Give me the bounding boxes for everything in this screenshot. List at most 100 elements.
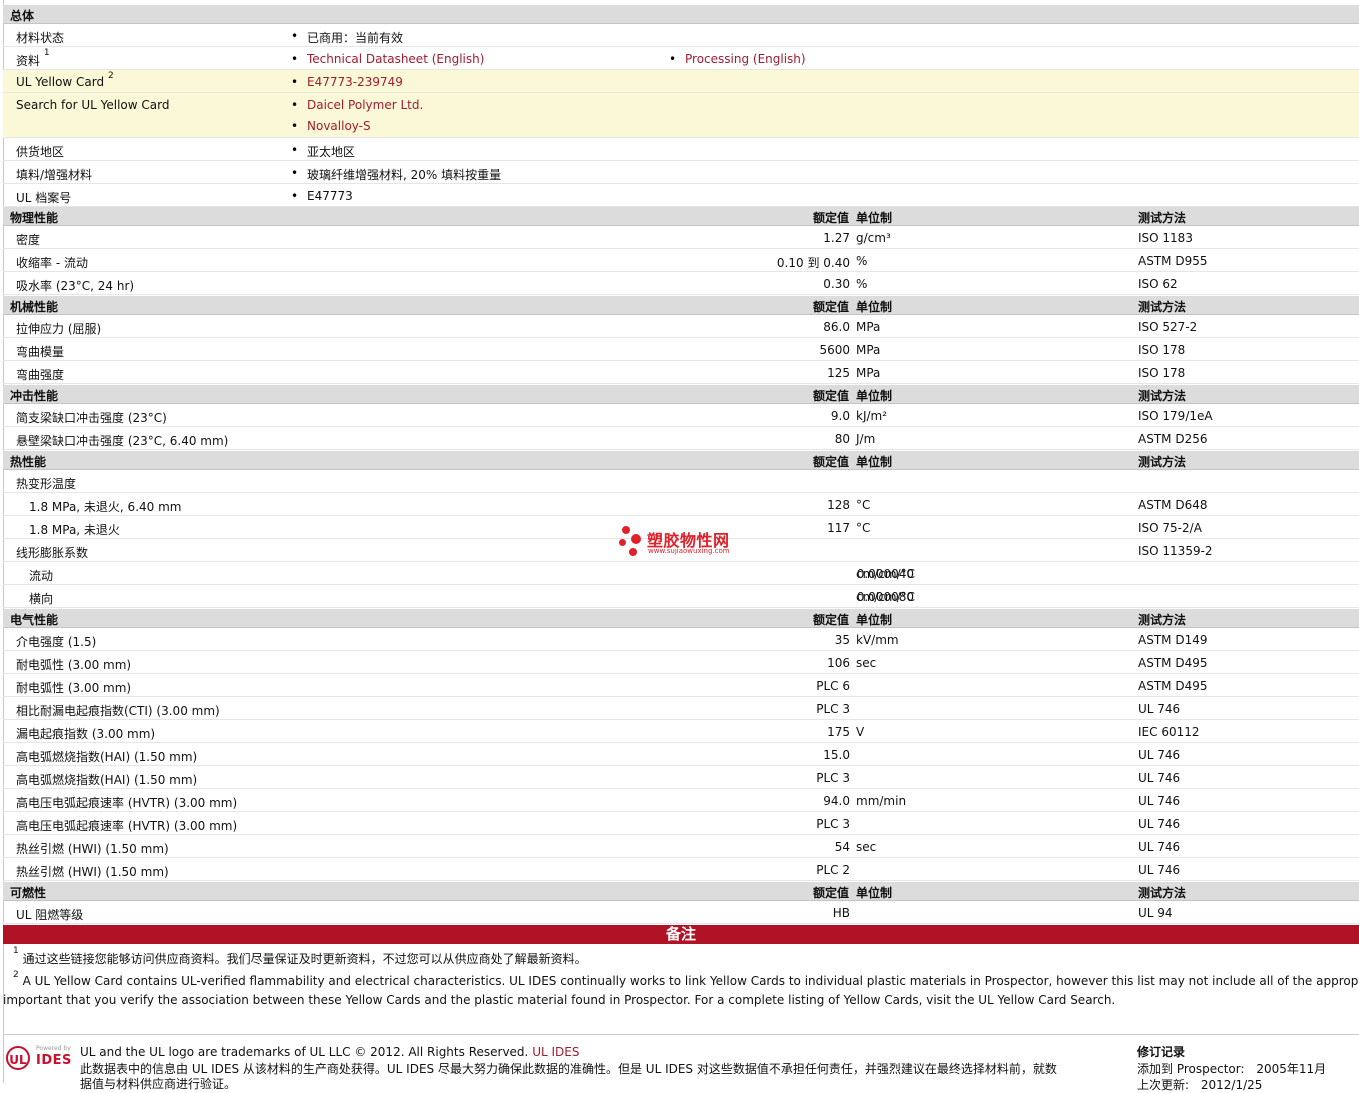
table-row: 耐电弧性 (3.00 mm) PLC 6 ASTM D495 — [3, 674, 1359, 697]
section-title: 电气性能 — [10, 613, 59, 627]
property-value: 117 — [827, 521, 850, 535]
property-unit: °C — [856, 521, 871, 535]
section-header-electrical: 电气性能 额定值 单位制 测试方法 — [3, 609, 1359, 628]
table-row: 1.8 MPa, 未退火, 6.40 mm 128 °C ASTM D648 — [3, 493, 1359, 516]
col-method: 测试方法 — [1138, 613, 1187, 627]
section-title: 热性能 — [10, 455, 47, 469]
row-ul-yellow-card: UL Yellow Card 2 E47773-239749 — [3, 70, 1359, 93]
row-status: 材料状态 已商用：当前有效 — [3, 24, 1359, 47]
table-row: 高电压电弧起痕速率 (HVTR) (3.00 mm) 94.0 mm/min U… — [3, 789, 1359, 812]
table-row: 弯曲强度 125 MPa ISO 178 — [3, 361, 1359, 384]
section-title: 物理性能 — [10, 211, 59, 225]
property-value: PLC 3 — [816, 702, 850, 716]
property-method: ISO 1183 — [1138, 231, 1193, 245]
property-label: 热丝引燃 (HWI) (1.50 mm) — [16, 842, 169, 856]
property-label: 密度 — [16, 233, 41, 247]
property-label: Search for UL Yellow Card — [16, 98, 170, 112]
row-docs: 资料 1 Technical Datasheet (English) Proce… — [3, 47, 1359, 70]
table-row: 密度 1.27 g/cm³ ISO 1183 — [3, 226, 1359, 249]
property-label: 热变形温度 — [16, 477, 77, 491]
table-row: 悬壁梁缺口冲击强度 (23°C, 6.40 mm) 80 J/m ASTM D2… — [3, 427, 1359, 450]
property-label: 相比耐漏电起痕指数(CTI) (3.00 mm) — [16, 704, 220, 718]
property-label: UL 档案号 — [16, 191, 72, 205]
property-label: 介电强度 (1.5) — [16, 635, 97, 649]
property-value: 80 — [834, 432, 850, 446]
revision-title: 修订记录 — [1137, 1045, 1186, 1059]
property-value: 106 — [827, 656, 850, 670]
table-row: 吸水率 (23°C, 24 hr) 0.30 % ISO 62 — [3, 272, 1359, 295]
property-unit: % — [856, 254, 868, 268]
row-ul-file: UL 档案号 E47773 — [3, 184, 1359, 207]
col-unit: 单位制 — [856, 455, 893, 469]
footer-divider — [3, 1034, 1359, 1035]
col-rated: 额定值 — [812, 613, 849, 627]
property-method: UL 746 — [1138, 863, 1181, 877]
property-label: UL 阻燃等级 — [16, 908, 84, 922]
col-method: 测试方法 — [1138, 300, 1187, 314]
table-row: 漏电起痕指数 (3.00 mm) 175 V IEC 60112 — [3, 720, 1359, 743]
property-value: 1.27 — [823, 231, 850, 245]
footnote-ref[interactable]: 1 — [44, 48, 50, 58]
added-label: 添加到 Prospector: — [1137, 1062, 1245, 1076]
property-value: PLC 3 — [816, 771, 850, 785]
watermark-dot — [631, 534, 641, 544]
link-ul-yellow-card[interactable]: E47773-239749 — [291, 75, 403, 89]
property-unit: kJ/m² — [856, 409, 888, 423]
property-value: 9.0 — [830, 409, 850, 423]
property-label: 弯曲强度 — [16, 368, 65, 382]
footnote-ref[interactable]: 2 — [108, 71, 114, 81]
ul-card-label-text: UL Yellow Card — [16, 75, 105, 89]
table-row: 流动 0.000040 cm/cm/°C — [3, 562, 1359, 585]
col-rated: 额定值 — [812, 300, 849, 314]
property-label: 高电弧燃烧指数(HAI) (1.50 mm) — [16, 750, 198, 764]
property-method: IEC 60112 — [1138, 725, 1200, 739]
col-rated: 额定值 — [812, 389, 849, 403]
link-novalloy[interactable]: Novalloy-S — [291, 119, 371, 133]
table-row: 相比耐漏电起痕指数(CTI) (3.00 mm) PLC 3 UL 746 — [3, 697, 1359, 720]
section-header-physical: 物理性能 额定值 单位制 测试方法 — [3, 207, 1359, 226]
property-label: 吸水率 (23°C, 24 hr) — [16, 279, 135, 293]
property-value: 35 — [834, 633, 850, 647]
property-label: 线形膨胀系数 — [16, 546, 89, 560]
section-title: 可燃性 — [10, 886, 47, 900]
property-label: 填料/增强材料 — [16, 168, 93, 182]
ul-ides-logo: UL Powered by IDES — [6, 1044, 74, 1076]
ul-ides-link[interactable]: UL IDES — [532, 1045, 579, 1059]
link-technical-datasheet[interactable]: Technical Datasheet (English) — [291, 52, 484, 66]
table-row: 收缩率 - 流动 0.10 到 0.40 % ASTM D955 — [3, 249, 1359, 272]
property-method: UL 746 — [1138, 771, 1181, 785]
col-rated: 额定值 — [812, 211, 849, 225]
property-method: UL 746 — [1138, 748, 1181, 762]
property-label: 耐电弧性 (3.00 mm) — [16, 658, 132, 672]
property-value: 94.0 — [823, 794, 850, 808]
footnote-mark: 2 — [13, 970, 19, 980]
property-method: UL 746 — [1138, 840, 1181, 854]
property-method: UL 746 — [1138, 702, 1181, 716]
property-unit: °C — [856, 498, 871, 512]
table-row: 热丝引燃 (HWI) (1.50 mm) PLC 2 UL 746 — [3, 858, 1359, 881]
revision-added: 添加到 Prospector: 2005年11月 — [1137, 1060, 1326, 1077]
watermark-logo: 塑胶物性网 www.sujiaowuxing.com — [619, 525, 749, 559]
property-unit: sec — [856, 840, 877, 854]
property-method: ISO 62 — [1138, 277, 1178, 291]
disclaimer-text-2: 据值与材料供应商进行验证。 — [80, 1077, 237, 1091]
table-row: 简支梁缺口冲击强度 (23°C) 9.0 kJ/m² ISO 179/1eA — [3, 404, 1359, 427]
property-label: 拉伸应力 (屈服) — [16, 322, 102, 336]
property-unit: cm/cm/°C — [856, 590, 916, 604]
property-unit: J/m — [856, 432, 876, 446]
property-label: 资料 1 — [16, 48, 50, 69]
trademark-line: UL and the UL logo are trademarks of UL … — [80, 1045, 529, 1059]
property-method: ASTM D495 — [1138, 679, 1208, 693]
table-row: 高电弧燃烧指数(HAI) (1.50 mm) PLC 3 UL 746 — [3, 766, 1359, 789]
property-unit: g/cm³ — [856, 231, 891, 245]
link-daicel[interactable]: Daicel Polymer Ltd. — [291, 98, 423, 112]
section-header-thermal: 热性能 额定值 单位制 测试方法 — [3, 451, 1359, 470]
property-value: 0.30 — [823, 277, 850, 291]
section-header-impact: 冲击性能 额定值 单位制 测试方法 — [3, 385, 1359, 404]
link-processing[interactable]: Processing (English) — [669, 52, 806, 66]
property-label: UL Yellow Card 2 — [16, 71, 114, 89]
property-unit: kV/mm — [856, 633, 899, 647]
note-text: 通过这些链接您能够访问供应商资料。我们尽量保证及时更新资料，不过您可以从供应商处… — [22, 952, 587, 966]
row-search-ul: Search for UL Yellow Card Daicel Polymer… — [3, 93, 1359, 138]
col-unit: 单位制 — [856, 300, 893, 314]
